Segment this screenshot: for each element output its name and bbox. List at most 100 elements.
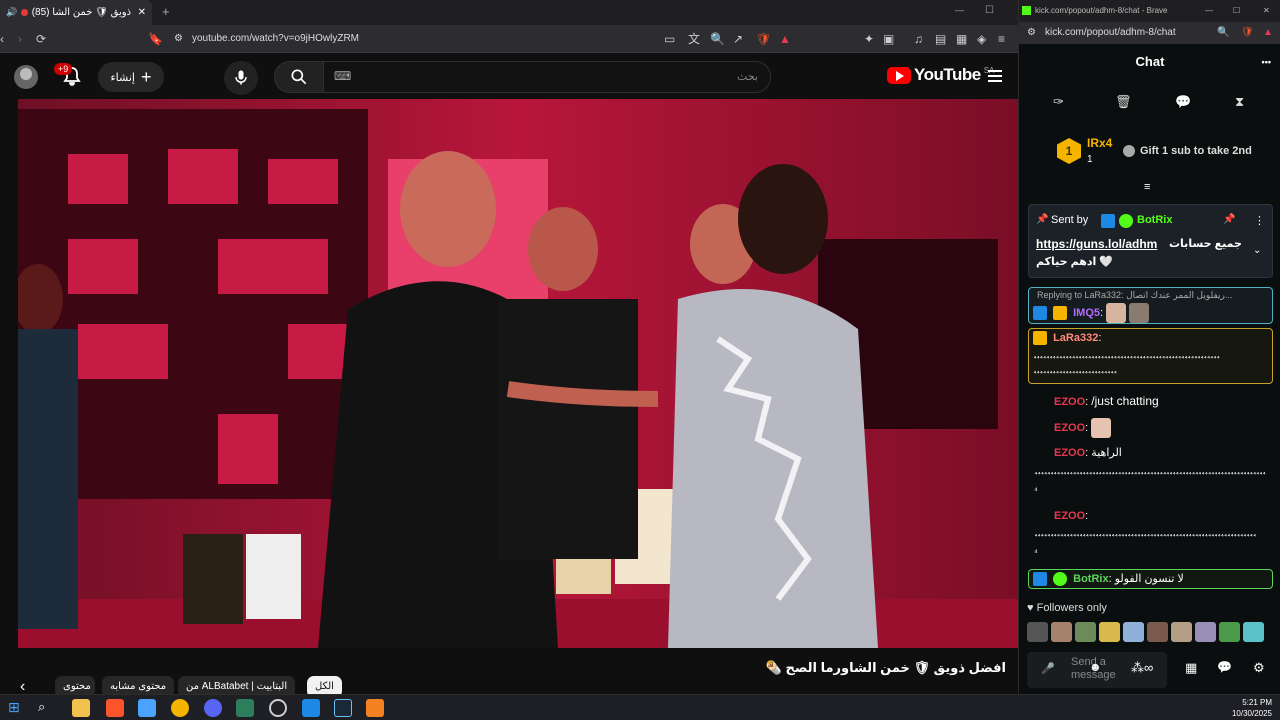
chat-username[interactable]: BotRix <box>1073 573 1108 585</box>
close-tab-icon[interactable]: ✕ <box>138 7 146 18</box>
app-circle-icon[interactable] <box>269 699 287 717</box>
zoom-icon[interactable]: 🔍 <box>1217 22 1229 44</box>
chat-message-bot[interactable]: BotRix: لا تنسون الفولو <box>1028 569 1273 589</box>
file-explorer-icon[interactable] <box>72 699 90 717</box>
chat-message[interactable]: EZOO: <box>1028 418 1273 438</box>
chip-related[interactable]: محتوى مشابه <box>102 676 175 694</box>
speaker-icon[interactable]: 🔊 <box>6 7 17 18</box>
chip-all[interactable]: الكل <box>307 676 342 694</box>
translate-icon[interactable]: 文 <box>688 31 700 47</box>
system-clock[interactable]: 5:21 PM 10/30/2025 <box>1232 697 1272 719</box>
youtube-logo[interactable]: YouTube SA <box>887 65 994 85</box>
media-icon[interactable]: ♫ <box>914 31 923 47</box>
chat-settings-bubble-icon[interactable]: 💬 <box>1217 660 1232 674</box>
menu-icon[interactable]: ≡ <box>998 31 1005 47</box>
emote-button[interactable] <box>1195 622 1216 642</box>
chips-scroll-left-icon[interactable]: ‹ <box>20 678 25 694</box>
chat-minimize-button[interactable]: — <box>1205 0 1213 22</box>
app-blue-icon[interactable] <box>302 699 320 717</box>
app-orange-icon[interactable] <box>366 699 384 717</box>
emote-button[interactable] <box>1243 622 1264 642</box>
reload-icon[interactable]: ⟳ <box>36 31 46 47</box>
back-icon[interactable]: ‹ <box>0 31 4 47</box>
video-player[interactable] <box>18 99 1018 648</box>
hourglass-icon[interactable]: ⧗ <box>1235 94 1244 110</box>
store-icon[interactable]: ▦ <box>1185 660 1197 676</box>
settings-gear-icon[interactable]: ⚙ <box>1253 660 1265 676</box>
chat-username[interactable]: IMQ5 <box>1073 307 1100 319</box>
zoom-icon[interactable]: 🔍 <box>710 31 725 47</box>
brave-shields-icon[interactable]: 🛡 <box>1241 22 1254 44</box>
chip-content[interactable]: محتوى <box>55 676 95 694</box>
screenshot-icon[interactable]: ▣ <box>883 31 894 47</box>
emote-button[interactable] <box>1027 622 1048 642</box>
minimize-button[interactable]: — <box>955 5 964 15</box>
emote-picker-icon[interactable]: ☻ <box>1089 660 1102 674</box>
tab-youtube[interactable]: 🔊 (85) افضل ذويق 🛡 خمن الشا... ✕ <box>0 0 152 25</box>
voice-search-button[interactable] <box>224 61 258 95</box>
create-button[interactable]: إنشاء + <box>98 62 164 92</box>
unpin-icon[interactable]: 📌 <box>1223 214 1235 225</box>
store-app-icon[interactable] <box>138 699 156 717</box>
forward-icon[interactable]: › <box>18 31 22 47</box>
chat-message[interactable]: ⁴⁴⁴⁴⁴⁴⁴⁴⁴⁴⁴⁴⁴⁴⁴⁴⁴⁴⁴⁴⁴⁴⁴⁴⁴⁴⁴⁴⁴⁴⁴⁴⁴⁴⁴⁴⁴⁴⁴⁴… <box>1028 468 1273 498</box>
leader-username[interactable]: IRx4 <box>1087 136 1112 150</box>
emote-button[interactable] <box>1123 622 1144 642</box>
search-input[interactable]: ⌨ بحث <box>323 61 771 93</box>
emote-button[interactable] <box>1099 622 1120 642</box>
cast-icon[interactable]: ▭ <box>664 31 675 47</box>
chat-message[interactable]: EZOO: /just chatting <box>1028 394 1273 410</box>
emote-button[interactable] <box>1075 622 1096 642</box>
chat-username[interactable]: EZOO <box>1054 447 1085 459</box>
brave-rewards-icon[interactable]: ▲ <box>1263 22 1273 44</box>
chat-message[interactable]: EZOO: الراهية <box>1028 446 1273 461</box>
chat-username[interactable]: EZOO <box>1054 396 1085 408</box>
steam-icon[interactable] <box>334 699 352 717</box>
emote-button[interactable] <box>1219 622 1240 642</box>
keyboard-icon[interactable]: ⌨ <box>334 69 351 83</box>
expand-pinned-icon[interactable]: ⌄ <box>1253 245 1261 256</box>
chat-username[interactable]: LaRa332 <box>1053 332 1098 344</box>
emote-button[interactable] <box>1051 622 1072 642</box>
microphone-icon[interactable]: 🎤 <box>1041 662 1055 675</box>
search-button[interactable] <box>274 61 324 93</box>
site-settings-icon[interactable]: ⚙ <box>174 29 183 49</box>
collapse-handle-icon[interactable]: ≡ <box>1144 181 1150 193</box>
vpn-icon[interactable]: ◈ <box>977 31 986 47</box>
pinned-link[interactable]: https://guns.lol/adhm <box>1036 237 1157 251</box>
chat-close-button[interactable]: ✕ <box>1263 0 1270 22</box>
app-green-icon[interactable] <box>236 699 254 717</box>
chat-username[interactable]: EZOO <box>1054 422 1085 434</box>
app-yellow-icon[interactable] <box>171 699 189 717</box>
wallet-icon[interactable]: ▦ <box>956 31 967 47</box>
chat-message[interactable]: EZOO: ⁴⁴⁴⁴⁴⁴⁴⁴⁴⁴⁴⁴⁴⁴⁴⁴⁴⁴⁴⁴⁴⁴⁴⁴⁴⁴⁴⁴⁴⁴⁴⁴⁴⁴… <box>1028 509 1273 560</box>
pinned-username[interactable]: BotRix <box>1137 214 1172 226</box>
chip-from-channel[interactable]: من ALBatabet | البتابيت <box>178 676 296 694</box>
search-icon[interactable]: ⌕ <box>38 699 56 717</box>
site-settings-icon[interactable]: ⚙ <box>1027 22 1036 44</box>
sidebar-icon[interactable]: ▤ <box>935 31 946 47</box>
maximize-button[interactable]: ☐ <box>985 5 994 16</box>
new-tab-button[interactable]: + <box>162 4 170 19</box>
kick-logo-icon[interactable]: ⁂∞ <box>1131 660 1153 676</box>
brave-shields-icon[interactable]: 🛡 <box>756 31 771 47</box>
brave-rewards-icon[interactable]: ▲ <box>779 31 791 47</box>
guide-menu-icon[interactable] <box>986 67 1004 85</box>
pin-tool-icon[interactable]: ✑ <box>1053 94 1064 110</box>
share-icon[interactable]: ↗ <box>733 31 743 47</box>
trash-icon[interactable]: 🗑 <box>1115 94 1132 110</box>
gift-cta-text[interactable]: Gift 1 sub to take 2nd <box>1140 145 1252 157</box>
pinned-more-icon[interactable]: ⋮ <box>1254 214 1265 227</box>
emote-button[interactable] <box>1147 622 1168 642</box>
chat-username[interactable]: EZOO <box>1054 510 1085 522</box>
extensions-icon[interactable]: ✦ <box>864 31 874 47</box>
chat-bubble-icon[interactable]: 💬 <box>1175 94 1191 110</box>
chat-message-reply[interactable]: Replying to LaRa332: ريفلويل الممر عندك … <box>1028 287 1273 324</box>
account-avatar[interactable] <box>14 65 38 89</box>
chat-maximize-button[interactable]: ☐ <box>1233 0 1240 22</box>
chat-more-button[interactable]: ••• <box>1262 44 1271 80</box>
emote-button[interactable] <box>1171 622 1192 642</box>
discord-icon[interactable] <box>204 699 222 717</box>
chat-message[interactable]: LaRa332: ⁴⁴⁴⁴⁴⁴⁴⁴⁴⁴⁴⁴⁴⁴⁴⁴⁴⁴⁴⁴⁴⁴⁴⁴⁴⁴⁴⁴⁴⁴⁴… <box>1028 328 1273 384</box>
brave-icon[interactable] <box>106 699 124 717</box>
